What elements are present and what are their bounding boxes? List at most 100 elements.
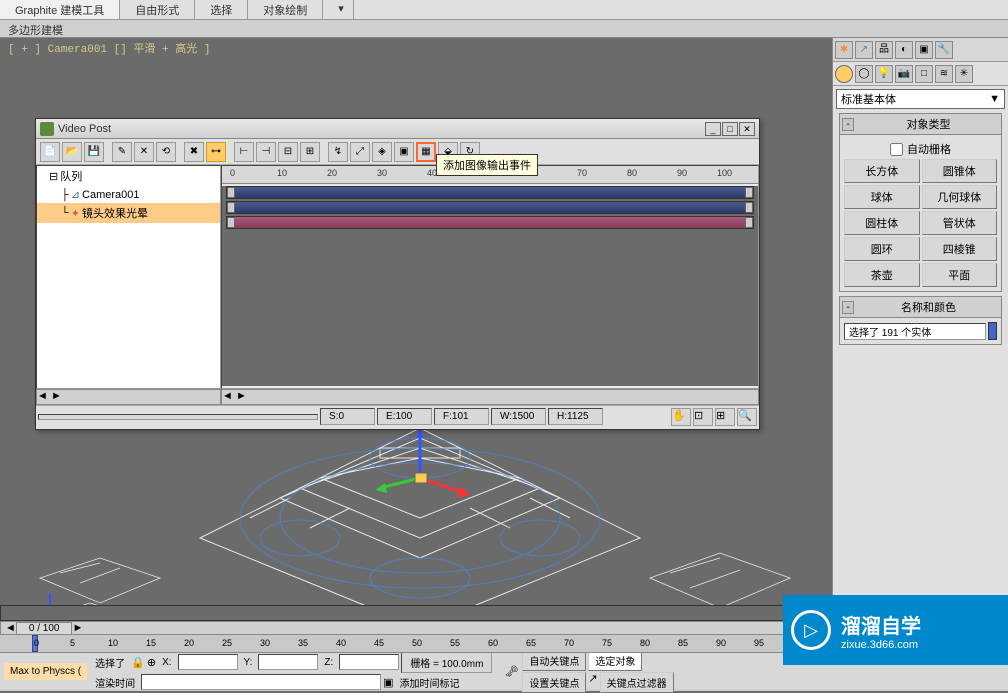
collapse-icon[interactable]: -: [842, 301, 854, 314]
align-right-icon[interactable]: ⊣: [256, 142, 276, 162]
collapse-icon[interactable]: -: [842, 118, 854, 131]
sphere-button[interactable]: 球体: [844, 185, 920, 209]
motion-tab-icon[interactable]: ◐: [895, 41, 913, 59]
plane-button[interactable]: 平面: [922, 263, 998, 287]
set-key-button[interactable]: 设置关键点: [522, 672, 586, 693]
time-slider-bar[interactable]: ◄ 0 / 100 ►: [0, 621, 830, 635]
shapes-icon[interactable]: ◯: [855, 65, 873, 83]
watermark: ▷ 溜溜自学 zixue.3d66.com: [783, 595, 1008, 665]
time-slider-track[interactable]: [0, 605, 830, 621]
tag-icon[interactable]: ▣: [383, 676, 393, 689]
tree-item-lens-effect[interactable]: └✦镜头效果光晕: [37, 203, 220, 223]
tree-scrollbar[interactable]: ◄ ►: [36, 389, 221, 405]
zoom-time-icon[interactable]: ⊞: [715, 408, 735, 426]
tab-freeform[interactable]: 自由形式: [120, 0, 195, 19]
video-post-queue-tree[interactable]: ⊟队列 ├⊿Camera001 └✦镜头效果光晕: [36, 165, 221, 389]
tab-select[interactable]: 选择: [195, 0, 248, 19]
pan-icon[interactable]: ✋: [671, 408, 691, 426]
lock-icon[interactable]: 🔒: [131, 656, 145, 669]
layer-event-icon[interactable]: ▣: [394, 142, 414, 162]
key-icon[interactable]: 🗝: [504, 665, 518, 678]
track-handle[interactable]: [227, 202, 235, 213]
track-queue[interactable]: [226, 186, 754, 199]
ruler-tick: 20: [184, 638, 194, 648]
torus-button[interactable]: 圆环: [844, 237, 920, 261]
ruler-tick: 10: [108, 638, 118, 648]
close-button[interactable]: ✕: [739, 122, 755, 136]
x-input[interactable]: [178, 654, 238, 670]
teapot-button[interactable]: 茶壶: [844, 263, 920, 287]
main-viewport-area: Video Post _ □ ✕ 📄 📂 💾 ✎ ✕ ⟲ ✖ ⊶ ⊢ ⊣ ⊟ ⊞: [0, 58, 830, 616]
time-position[interactable]: 0 / 100: [16, 622, 73, 635]
cone-button[interactable]: 圆锥体: [922, 159, 998, 183]
auto-grid-checkbox[interactable]: [890, 143, 903, 156]
display-tab-icon[interactable]: ▣: [915, 41, 933, 59]
geosphere-button[interactable]: 几何球体: [922, 185, 998, 209]
image-output-icon[interactable]: ▦: [416, 142, 436, 162]
maximize-button[interactable]: □: [722, 122, 738, 136]
y-input[interactable]: [258, 654, 318, 670]
swap-icon[interactable]: ⟲: [156, 142, 176, 162]
modify-tab-icon[interactable]: ↗: [855, 41, 873, 59]
key-filter-button[interactable]: 关键点过滤器: [600, 672, 674, 693]
track-effect[interactable]: [226, 216, 754, 229]
abut-icon[interactable]: ⊞: [300, 142, 320, 162]
track-handle[interactable]: [745, 217, 753, 228]
tube-button[interactable]: 管状体: [922, 211, 998, 235]
save-icon[interactable]: 💾: [84, 142, 104, 162]
z-input[interactable]: [339, 654, 399, 670]
spacewarps-icon[interactable]: ≋: [935, 65, 953, 83]
zoom-extents-icon[interactable]: ⊡: [693, 408, 713, 426]
zoom-region-icon[interactable]: 🔍: [737, 408, 757, 426]
execute-icon[interactable]: ✖: [184, 142, 204, 162]
video-post-timeline[interactable]: 0 10 20 30 40 50 60 70 80 90 100: [221, 165, 759, 389]
add-tag-label[interactable]: 添加时间标记: [396, 674, 464, 691]
sub-toolbar[interactable]: 多边形建模: [0, 20, 1008, 38]
timeline-scrollbar[interactable]: ◄ ►: [221, 389, 759, 405]
track-handle[interactable]: [745, 202, 753, 213]
image-input-icon[interactable]: ⤢: [350, 142, 370, 162]
track-camera[interactable]: [226, 201, 754, 214]
snap-icon[interactable]: ⊕: [147, 656, 156, 669]
same-size-icon[interactable]: ⊟: [278, 142, 298, 162]
track-handle[interactable]: [227, 217, 235, 228]
top-dropdown-icon[interactable]: ▾: [323, 0, 354, 19]
tree-item-camera[interactable]: ├⊿Camera001: [37, 186, 220, 203]
geometry-icon[interactable]: [835, 65, 853, 83]
track-area[interactable]: [222, 186, 758, 386]
create-tab-icon[interactable]: ✱: [835, 41, 853, 59]
key-mode-icon[interactable]: ↗: [588, 672, 597, 693]
tab-graphite[interactable]: Graphite 建模工具: [0, 0, 120, 19]
cylinder-button[interactable]: 圆柱体: [844, 211, 920, 235]
object-color-swatch[interactable]: [988, 322, 997, 340]
name-color-header[interactable]: - 名称和颜色: [840, 297, 1001, 318]
helpers-icon[interactable]: □: [915, 65, 933, 83]
video-post-titlebar[interactable]: Video Post _ □ ✕: [36, 119, 759, 139]
align-left-icon[interactable]: ⊢: [234, 142, 254, 162]
tree-root-queue[interactable]: ⊟队列: [37, 166, 220, 186]
delete-icon[interactable]: ✕: [134, 142, 154, 162]
section-title-label: 对象类型: [858, 116, 999, 132]
object-name-input[interactable]: [844, 323, 986, 340]
new-icon[interactable]: 📄: [40, 142, 60, 162]
object-type-header[interactable]: - 对象类型: [840, 114, 1001, 135]
tab-object-paint[interactable]: 对象绘制: [248, 0, 323, 19]
primitive-type-dropdown[interactable]: 标准基本体 ▼: [836, 89, 1005, 109]
utilities-tab-icon[interactable]: 🔧: [935, 41, 953, 59]
box-button[interactable]: 长方体: [844, 159, 920, 183]
cameras-icon[interactable]: 📷: [895, 65, 913, 83]
main-timeline-ruler[interactable]: 0 5 10 15 20 25 30 35 40 45 50 55 60 65 …: [0, 635, 830, 653]
filter-event-icon[interactable]: ◈: [372, 142, 392, 162]
pyramid-button[interactable]: 四棱锥: [922, 237, 998, 261]
lights-icon[interactable]: 💡: [875, 65, 893, 83]
range-icon[interactable]: ⊶: [206, 142, 226, 162]
edit-icon[interactable]: ✎: [112, 142, 132, 162]
hierarchy-tab-icon[interactable]: 品: [875, 41, 893, 59]
track-handle[interactable]: [227, 187, 235, 198]
systems-icon[interactable]: ✳: [955, 65, 973, 83]
scene-event-icon[interactable]: ↯: [328, 142, 348, 162]
prompt-input[interactable]: [141, 674, 381, 690]
track-handle[interactable]: [745, 187, 753, 198]
open-icon[interactable]: 📂: [62, 142, 82, 162]
minimize-button[interactable]: _: [705, 122, 721, 136]
